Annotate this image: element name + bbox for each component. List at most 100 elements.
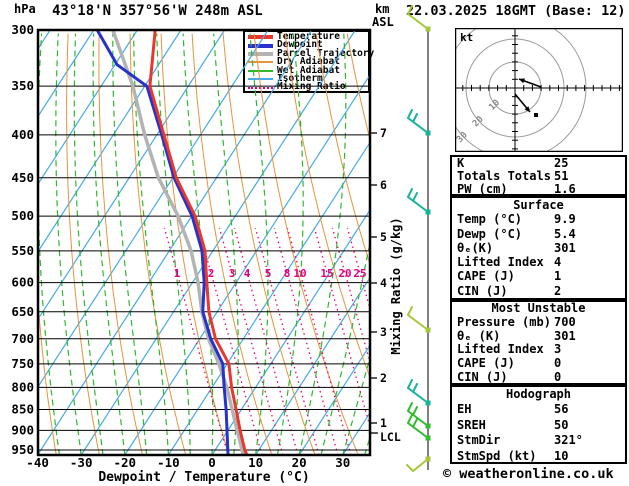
stat-label: Lifted Index	[457, 342, 544, 357]
wind-barb	[406, 456, 431, 473]
lcl-label: LCL	[380, 430, 401, 444]
stat-row: CAPE (J) 0	[452, 356, 625, 371]
stat-value: 1	[554, 269, 562, 284]
stat-value: 10	[554, 448, 569, 463]
stat-label: Totals Totals	[457, 169, 551, 183]
stat-value: 321°	[554, 433, 583, 448]
stat-row: CIN (J) 0	[452, 369, 625, 385]
mixing-ratio-value-label: 1	[174, 267, 181, 280]
dry-adiabat-line	[253, 33, 359, 455]
mixing-ratio-line	[313, 227, 370, 429]
stat-value: 1.6	[554, 182, 576, 196]
stat-label: θₑ (K)	[457, 328, 501, 343]
stat-box-indices: K 25 Totals Totals 51 PW (cm) 1.6	[450, 155, 627, 196]
pressure-tick-label: 300	[11, 22, 34, 37]
stat-label: SREH	[457, 417, 486, 432]
pressure-tick-label: 900	[11, 422, 34, 437]
stat-value: 0	[554, 369, 562, 384]
stat-value: 0	[554, 356, 562, 371]
dry-adiabat-line	[315, 33, 370, 266]
isotherm-line	[211, 208, 370, 455]
stat-box-title: Most Unstable	[491, 301, 586, 315]
stat-row: θₑ(K) 301	[452, 241, 625, 255]
stat-value: 5.4	[554, 226, 576, 241]
pressure-tick-label: 800	[11, 379, 34, 394]
temp-tick-label: -40	[26, 455, 49, 470]
wet-adiabat-line	[92, 33, 126, 455]
stat-label: EH	[457, 402, 472, 417]
temp-tick-label: -10	[157, 455, 180, 470]
wet-adiabat-line	[298, 33, 347, 455]
stat-row: StmDir 321°	[452, 433, 625, 448]
wet-adiabat-line	[156, 33, 191, 455]
wet-adiabat-line	[342, 355, 370, 455]
stat-row: CAPE (J) 1	[452, 269, 625, 283]
mixing-ratio-value-label: 3	[229, 267, 236, 280]
stat-value: 56	[554, 402, 569, 417]
temp-tick-label: 0	[208, 455, 216, 470]
pressure-tick-label: 550	[11, 243, 34, 258]
wind-barb	[406, 109, 431, 136]
mixing-ratio-value-label: 4	[244, 267, 251, 280]
mixing-ratio-value-label: 15	[320, 267, 333, 280]
stat-row: CIN (J) 2	[452, 284, 625, 298]
skewt-sounding-page: { "header": { "pressure_unit": "hPa", "t…	[0, 0, 629, 486]
stat-label: Temp (°C)	[457, 212, 523, 227]
wet-adiabat-line	[55, 33, 82, 455]
stat-row: Lifted Index 4	[452, 255, 625, 269]
pressure-tick-label: 400	[11, 127, 34, 142]
stat-box-title: Surface	[513, 198, 564, 212]
stat-label: θₑ(K)	[457, 240, 494, 255]
wet-adiabat-line	[38, 33, 60, 455]
stat-label: Dewp (°C)	[457, 226, 523, 241]
stat-box-surface: Surface Temp (°C) 9.9 Dewp (°C) 5.4 θₑ(K) 301 L…	[450, 196, 627, 300]
pressure-tick-label: 600	[11, 275, 34, 290]
wind-barb	[406, 188, 431, 215]
km-tick-label: 1	[380, 416, 387, 430]
stat-label: StmSpd (kt)	[457, 448, 537, 463]
temp-tick-label: -20	[114, 455, 137, 470]
wet-adiabat-line	[320, 239, 370, 455]
wind-barb	[406, 306, 431, 333]
hodograph-unit-label: kt	[460, 31, 473, 44]
stat-row: Temp (°C) 9.9	[452, 212, 625, 226]
km-tick-label: 3	[380, 325, 387, 339]
mixing-ratio-value-label: 25	[353, 267, 366, 280]
mixing-ratio-value-label: 5	[265, 267, 272, 280]
km-tick-label: 5	[380, 230, 387, 244]
stat-row: EH 56	[452, 402, 625, 417]
mixing-ratio-value-label: 20	[338, 267, 351, 280]
pressure-tick-label: 650	[11, 304, 34, 319]
stat-value: 4	[554, 255, 562, 270]
stat-label: CAPE (J)	[457, 269, 515, 284]
stat-box-hodograph: Hodograph EH 56 SREH 50 StmDir 321° StmSpd (kt)…	[450, 385, 627, 464]
stat-value: 301	[554, 240, 576, 255]
stat-value: 3	[554, 342, 562, 357]
stat-row: Dewp (°C) 5.4	[452, 227, 625, 241]
stat-row: Lifted Index 3	[452, 342, 625, 357]
isotherm-line	[0, 30, 7, 455]
stat-value: 700	[554, 314, 576, 329]
km-tick-label: 6	[380, 178, 387, 192]
mixing-ratio-line	[218, 227, 284, 455]
stat-value: 2	[554, 283, 562, 298]
km-tick-label: 7	[380, 126, 387, 140]
km-tick-label: 4	[380, 276, 387, 290]
stat-label: StmDir	[457, 433, 501, 448]
stat-label: PW (cm)	[457, 182, 508, 196]
temp-tick-label: 20	[292, 455, 307, 470]
wind-barb	[406, 5, 431, 32]
stat-box-most-unstable: Most Unstable Pressure (mb) 700 θₑ (K) 301 Li…	[450, 300, 627, 385]
dry-adiabat-line	[38, 294, 57, 455]
stat-row: Pressure (mb) 700	[452, 314, 625, 330]
stat-box-title: Hodograph	[505, 387, 572, 401]
km-tick-label: 2	[380, 371, 387, 385]
temp-tick-label: 30	[335, 455, 350, 470]
stat-label: K	[457, 156, 465, 170]
stat-row: StmSpd (kt) 10	[452, 449, 625, 464]
stat-label: Pressure (mb)	[457, 314, 551, 329]
mixing-ratio-value-label: 8	[284, 267, 291, 280]
stat-label: Lifted Index	[457, 255, 544, 270]
stat-label: CIN (J)	[457, 283, 508, 298]
pressure-tick-label: 700	[11, 331, 34, 346]
